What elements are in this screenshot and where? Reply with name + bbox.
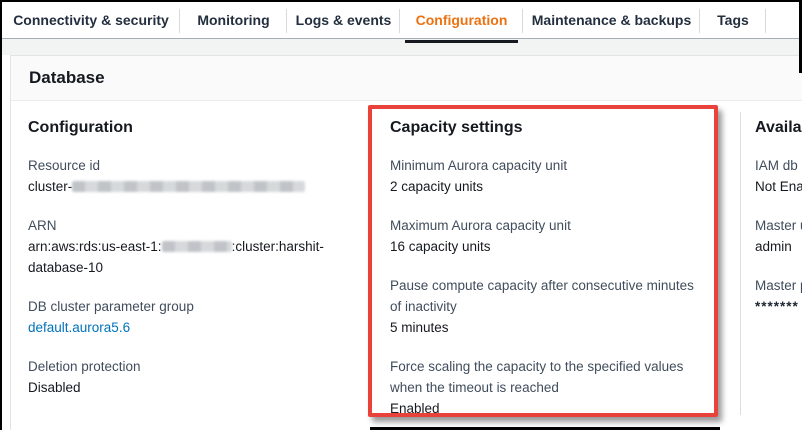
detail-tabs: Connectivity & security Monitoring Logs …	[2, 2, 800, 38]
pause-capacity-label: Pause compute capacity after consecutive…	[390, 275, 702, 317]
master-username-label: Master u	[755, 215, 802, 236]
parameter-group-field: DB cluster parameter group default.auror…	[28, 296, 363, 338]
iam-db-auth-field: IAM db a Not Ena	[755, 155, 802, 197]
configuration-heading: Configuration	[28, 118, 363, 138]
iam-db-auth-label: IAM db a	[755, 155, 802, 176]
master-password-field: Master p *******	[755, 275, 802, 317]
tab-configuration[interactable]: Configuration	[400, 2, 523, 38]
arn-value: arn:aws:rds:us-east-1::cluster:harshit-d…	[28, 236, 363, 278]
deletion-protection-value: Disabled	[28, 377, 363, 398]
frame-edge-top	[0, 0, 802, 2]
iam-db-auth-value: Not Ena	[755, 176, 802, 197]
arn-label: ARN	[28, 215, 363, 236]
force-scaling-value: Enabled	[390, 398, 702, 419]
deletion-protection-field: Deletion protection Disabled	[28, 356, 363, 398]
master-username-field: Master u admin	[755, 215, 802, 257]
redacted-account-id	[162, 241, 232, 252]
max-capacity-field: Maximum Aurora capacity unit 16 capacity…	[390, 215, 702, 257]
tab-tags[interactable]: Tags	[700, 2, 766, 38]
master-password-label: Master p	[755, 275, 802, 296]
tab-logs-events[interactable]: Logs & events	[287, 2, 400, 38]
rds-configuration-screen: Connectivity & security Monitoring Logs …	[0, 0, 802, 430]
max-capacity-label: Maximum Aurora capacity unit	[390, 215, 702, 236]
pause-capacity-value: 5 minutes	[390, 317, 702, 338]
parameter-group-link[interactable]: default.aurora5.6	[28, 320, 130, 335]
deletion-protection-label: Deletion protection	[28, 356, 363, 377]
max-capacity-value: 16 capacity units	[390, 236, 702, 257]
force-scaling-field: Force scaling the capacity to the specif…	[390, 356, 702, 419]
database-panel-header: Database	[11, 56, 802, 101]
redacted-resource-id	[72, 181, 305, 192]
configuration-column: Configuration Resource id cluster- ARN a…	[28, 118, 363, 416]
column-divider	[740, 112, 741, 415]
tab-connectivity-security[interactable]: Connectivity & security	[2, 2, 180, 38]
tab-maintenance-backups[interactable]: Maintenance & backups	[523, 2, 700, 38]
availability-heading: Availa	[755, 118, 802, 138]
master-username-value: admin	[755, 236, 802, 257]
arn-field: ARN arn:aws:rds:us-east-1::cluster:harsh…	[28, 215, 363, 278]
pause-capacity-field: Pause compute capacity after consecutive…	[390, 275, 702, 338]
resource-id-field: Resource id cluster-	[28, 155, 363, 197]
capacity-settings-column: Capacity settings Minimum Aurora capacit…	[390, 118, 702, 430]
tab-monitoring[interactable]: Monitoring	[180, 2, 287, 38]
resource-id-label: Resource id	[28, 155, 363, 176]
resource-id-value: cluster-	[28, 176, 363, 197]
parameter-group-label: DB cluster parameter group	[28, 296, 363, 317]
min-capacity-value: 2 capacity units	[390, 176, 702, 197]
panel-title: Database	[29, 68, 105, 88]
frame-edge-left	[0, 0, 2, 430]
min-capacity-field: Minimum Aurora capacity unit 2 capacity …	[390, 155, 702, 197]
page-background-band	[0, 39, 802, 55]
master-password-value: *******	[755, 296, 802, 317]
availability-column: Availa IAM db a Not Ena Master u admin M…	[755, 118, 802, 335]
capacity-settings-heading: Capacity settings	[390, 118, 702, 138]
force-scaling-label: Force scaling the capacity to the specif…	[390, 356, 702, 398]
tabbar-divider	[0, 38, 802, 39]
min-capacity-label: Minimum Aurora capacity unit	[390, 155, 702, 176]
